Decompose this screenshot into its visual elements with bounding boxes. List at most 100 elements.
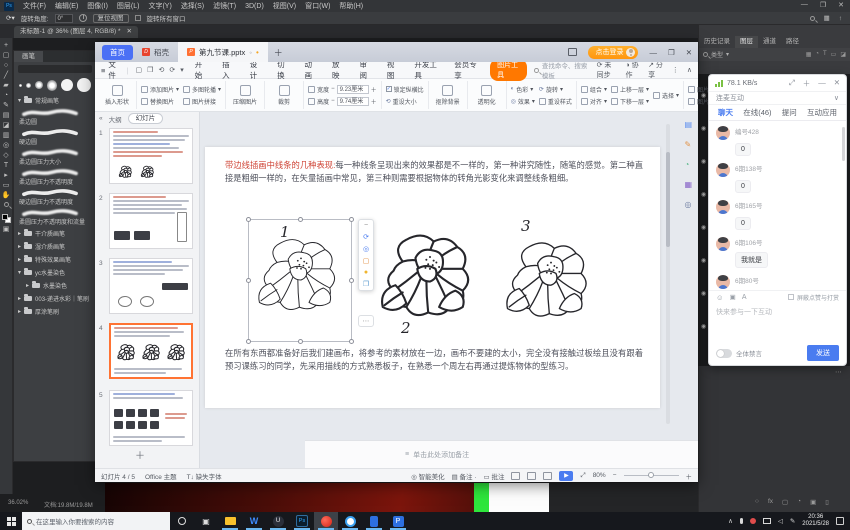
- collapse-ribbon-icon[interactable]: ∧: [687, 66, 692, 74]
- panel-tab-paths[interactable]: 路径: [781, 36, 804, 48]
- crop-tool-icon[interactable]: ╱: [4, 72, 8, 79]
- rotate-all-checkbox[interactable]: [135, 15, 141, 21]
- tab-picture-tools[interactable]: 图片工具: [490, 59, 527, 81]
- filter-shape-icon[interactable]: ▭: [831, 51, 837, 58]
- collaborate-button[interactable]: ◑ 协作: [625, 60, 640, 80]
- panel-tab-channels[interactable]: 通道: [758, 36, 781, 48]
- slide-thumbnail-2[interactable]: [109, 193, 193, 249]
- login-button[interactable]: 点击登录: [588, 46, 638, 59]
- ps-menu-item[interactable]: 帮助(H): [339, 1, 363, 11]
- rotate-dial-icon[interactable]: [79, 14, 87, 22]
- sync-status[interactable]: ⟳ 未同步: [597, 60, 618, 80]
- sorter-view-icon[interactable]: [527, 472, 536, 480]
- recording-icon[interactable]: [750, 518, 756, 524]
- zoom-tool-icon[interactable]: [4, 202, 9, 209]
- copy-image-icon[interactable]: ❐: [363, 280, 369, 288]
- ps-close-icon[interactable]: ✕: [838, 1, 844, 9]
- task-view-button[interactable]: ▣: [194, 512, 218, 530]
- pen-input-icon[interactable]: ✎: [790, 517, 795, 525]
- idea-icon[interactable]: ●: [364, 269, 368, 276]
- layer-style-icon[interactable]: fx: [768, 498, 773, 506]
- brush-panel-tab[interactable]: 画笔: [14, 51, 43, 62]
- ps-search-icon[interactable]: [810, 16, 815, 21]
- gradient-tool-icon[interactable]: ▥: [3, 132, 10, 139]
- taskbar-clock[interactable]: 20:36 2021/5/28: [802, 514, 829, 529]
- selection-handle[interactable]: [349, 217, 354, 222]
- stamp-tool-icon[interactable]: ▤: [3, 112, 10, 119]
- tab-apps[interactable]: 互动应用: [807, 107, 837, 118]
- share-icon[interactable]: ↑: [839, 15, 842, 22]
- healing-tool-icon[interactable]: ◔: [4, 92, 8, 99]
- width-minus[interactable]: −: [331, 86, 335, 92]
- ps-menu-item[interactable]: 视图(V): [273, 1, 296, 11]
- layer-filter-label[interactable]: 类型: [711, 50, 723, 59]
- start-button[interactable]: [0, 512, 22, 530]
- eraser-tool-icon[interactable]: ◪: [3, 122, 10, 129]
- brush-tool-icon[interactable]: ✎: [3, 102, 9, 109]
- width-value[interactable]: 9.23厘米: [337, 85, 369, 94]
- grid-icon[interactable]: ▦: [684, 180, 692, 189]
- ps-menu-item[interactable]: 图像(I): [87, 1, 108, 11]
- quick-mask-icon[interactable]: ▣: [3, 226, 10, 233]
- color-swatches[interactable]: [2, 214, 11, 223]
- add-icon[interactable]: ＋: [803, 78, 811, 89]
- eye-icon[interactable]: ◉: [701, 323, 706, 330]
- cortana-button[interactable]: [170, 512, 194, 530]
- brush-item[interactable]: 柔边圆压力大小: [14, 147, 96, 167]
- width-plus[interactable]: ＋: [371, 85, 377, 94]
- wps-close-icon[interactable]: ✕: [686, 48, 692, 57]
- mic-interaction-row[interactable]: 连麦互动 ∨: [709, 92, 846, 105]
- ps-minimize-icon[interactable]: —: [801, 1, 808, 9]
- height-value[interactable]: 9.74厘米: [337, 97, 369, 106]
- ps-menu-item[interactable]: 文字(Y): [148, 1, 171, 11]
- zoom-slider[interactable]: [624, 475, 679, 476]
- reset-view-button[interactable]: 复位视图: [93, 14, 129, 23]
- p-app-icon[interactable]: P: [386, 512, 410, 530]
- ps-menu-item[interactable]: 3D(D): [245, 3, 264, 10]
- eye-icon[interactable]: ◉: [701, 125, 706, 132]
- flower-sketch-2[interactable]: [375, 227, 485, 327]
- tab-questions[interactable]: 提问: [782, 107, 797, 118]
- remove-background-button[interactable]: 抠除背景: [433, 85, 463, 106]
- brush-item[interactable]: 柔边圆压力不透明度: [14, 167, 96, 187]
- collapse-panel-icon[interactable]: «: [99, 115, 103, 122]
- slide-thumbnail-5[interactable]: [109, 390, 193, 446]
- brush-folder[interactable]: ▸厚涂笔刷: [14, 305, 96, 318]
- zoom-in-button[interactable]: ＋: [686, 471, 693, 481]
- brush-folder[interactable]: ▸特殊效果画笔: [14, 253, 96, 266]
- brush-folder[interactable]: ▸003-递进水彩｜笔刷: [14, 292, 96, 305]
- phone-app-icon[interactable]: [362, 512, 386, 530]
- filter-type-icon[interactable]: T: [823, 51, 827, 58]
- command-search[interactable]: 查找命令、搜索模板: [534, 60, 589, 80]
- reading-view-icon[interactable]: [543, 472, 552, 480]
- chevron-down-icon[interactable]: ∨: [834, 94, 839, 102]
- brush-folder[interactable]: ▸干介质画笔: [14, 227, 96, 240]
- rotate-angle-input[interactable]: 0°: [55, 14, 73, 23]
- rotate-image-icon[interactable]: ⟳: [363, 233, 369, 241]
- tab-animation[interactable]: 动画: [301, 59, 321, 81]
- ps-zoom-level[interactable]: 36.02%: [8, 500, 28, 506]
- file-menu[interactable]: ≡文件: [101, 59, 120, 81]
- slide-canvas[interactable]: 带边线插画中线条的几种表现:每一种线条呈现出来的效果都是不一样的，第一种讲究随性…: [205, 147, 660, 408]
- hand-tool-icon[interactable]: ✋: [2, 192, 11, 199]
- fit-icon[interactable]: ⤢: [580, 472, 585, 480]
- type-tool-icon[interactable]: T: [4, 162, 8, 169]
- tab-member[interactable]: 会员专享: [450, 59, 483, 81]
- selection-handle[interactable]: [246, 339, 251, 344]
- tab-insert[interactable]: 插入: [218, 59, 238, 81]
- ps-menu-item[interactable]: 图层(L): [117, 1, 140, 11]
- notes-toggle[interactable]: ▤ 备注 ·: [452, 471, 477, 481]
- replace-picture-button[interactable]: 替换图片: [141, 97, 179, 106]
- dodge-tool-icon[interactable]: ◎: [3, 142, 9, 149]
- panel-menu-icon[interactable]: ⋯: [835, 368, 842, 376]
- ps-menu-item[interactable]: 文件(F): [23, 1, 46, 11]
- settings-icon[interactable]: ◎: [684, 200, 692, 209]
- height-field[interactable]: 高度−9.74厘米＋: [308, 97, 377, 106]
- block-rewards-checkbox[interactable]: [788, 294, 794, 300]
- share-button[interactable]: ↗ 分享: [648, 60, 664, 80]
- more-icon[interactable]: ⋮: [672, 66, 679, 74]
- select-pane-button[interactable]: 选择▾: [653, 91, 679, 100]
- outline-tab[interactable]: 大纲: [109, 114, 122, 124]
- chat-message-list[interactable]: 编号4280 6期138号0 6期165号0 6期106号我就是 6期80号0 …: [709, 121, 846, 290]
- align-button[interactable]: 对齐▾: [581, 97, 607, 106]
